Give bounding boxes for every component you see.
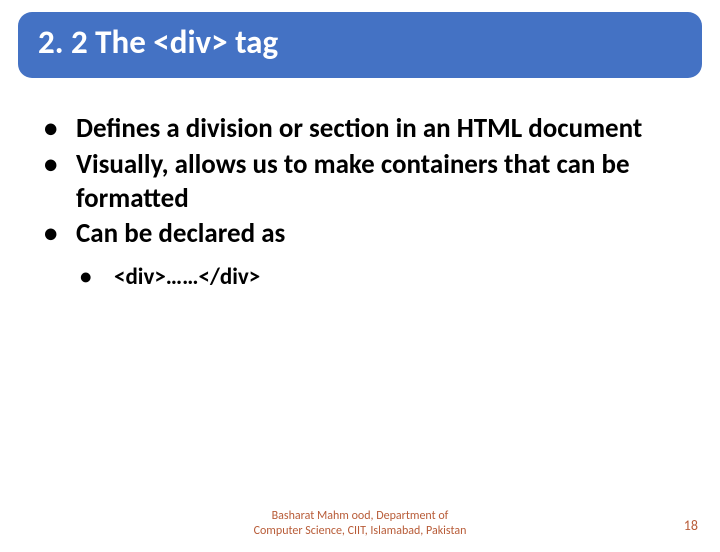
page-number: 18 xyxy=(684,517,698,534)
bullet-text-bold: containers xyxy=(381,148,498,181)
slide-content: Defines a division or section in an HTML… xyxy=(0,112,720,293)
main-bullet-list: Defines a division or section in an HTML… xyxy=(38,112,682,251)
footer-line: Basharat Mahm ood, Department of xyxy=(0,509,720,523)
slide-title: 2. 2 The <div> tag xyxy=(38,22,682,62)
bullet-item: Visually, allows us to make containers t… xyxy=(38,148,682,216)
footer-line: Computer Science, CIIT, Islamabad, Pakis… xyxy=(0,524,720,538)
sub-bullet-list: <div>……</div> xyxy=(76,263,682,293)
bullet-text-post: in an HTML document xyxy=(390,112,643,145)
bullet-text-pre: Defines a xyxy=(76,112,186,145)
bullet-text-pre: Visually, allows us to make xyxy=(76,148,381,181)
bullet-item: Can be declared as xyxy=(38,217,682,251)
bullet-text-bold: division or section xyxy=(186,112,390,145)
sub-bullet-item: <div>……</div> xyxy=(76,263,682,293)
bullet-item: Defines a division or section in an HTML… xyxy=(38,112,682,146)
bullet-text-pre: Can be declared as xyxy=(76,217,285,250)
slide-title-bar: 2. 2 The <div> tag xyxy=(18,12,702,78)
slide-footer: Basharat Mahm ood, Department of Compute… xyxy=(0,509,720,538)
